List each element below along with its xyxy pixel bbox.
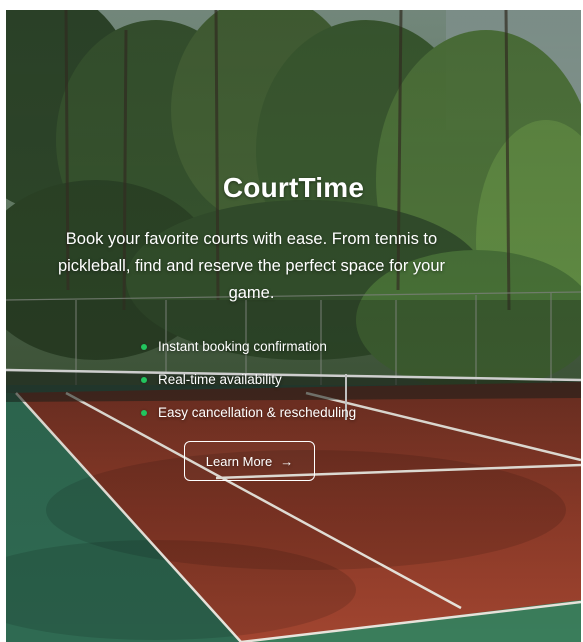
- learn-more-label: Learn More: [205, 453, 273, 469]
- feature-list: Instant booking confirmation Real-time a…: [141, 330, 356, 429]
- feature-label: Instant booking confirmation: [158, 339, 327, 354]
- green-bullet-icon: [141, 409, 147, 416]
- arrow-right-icon: →: [280, 453, 294, 469]
- hero-content: CourtTime Book your favorite courts with…: [6, 10, 581, 642]
- green-bullet-icon: [141, 343, 147, 350]
- green-bullet-icon: [141, 376, 147, 383]
- feature-item: Easy cancellation & rescheduling: [141, 396, 356, 429]
- hero-section: CourtTime Book your favorite courts with…: [6, 10, 581, 642]
- learn-more-button[interactable]: Learn More →: [184, 441, 315, 481]
- feature-item: Instant booking confirmation: [141, 330, 356, 363]
- hero-subtitle: Book your favorite courts with ease. Fro…: [57, 230, 446, 302]
- page-title: CourtTime: [222, 172, 365, 203]
- feature-label: Real-time availability: [158, 372, 282, 387]
- feature-item: Real-time availability: [141, 363, 356, 396]
- feature-label: Easy cancellation & rescheduling: [158, 405, 357, 420]
